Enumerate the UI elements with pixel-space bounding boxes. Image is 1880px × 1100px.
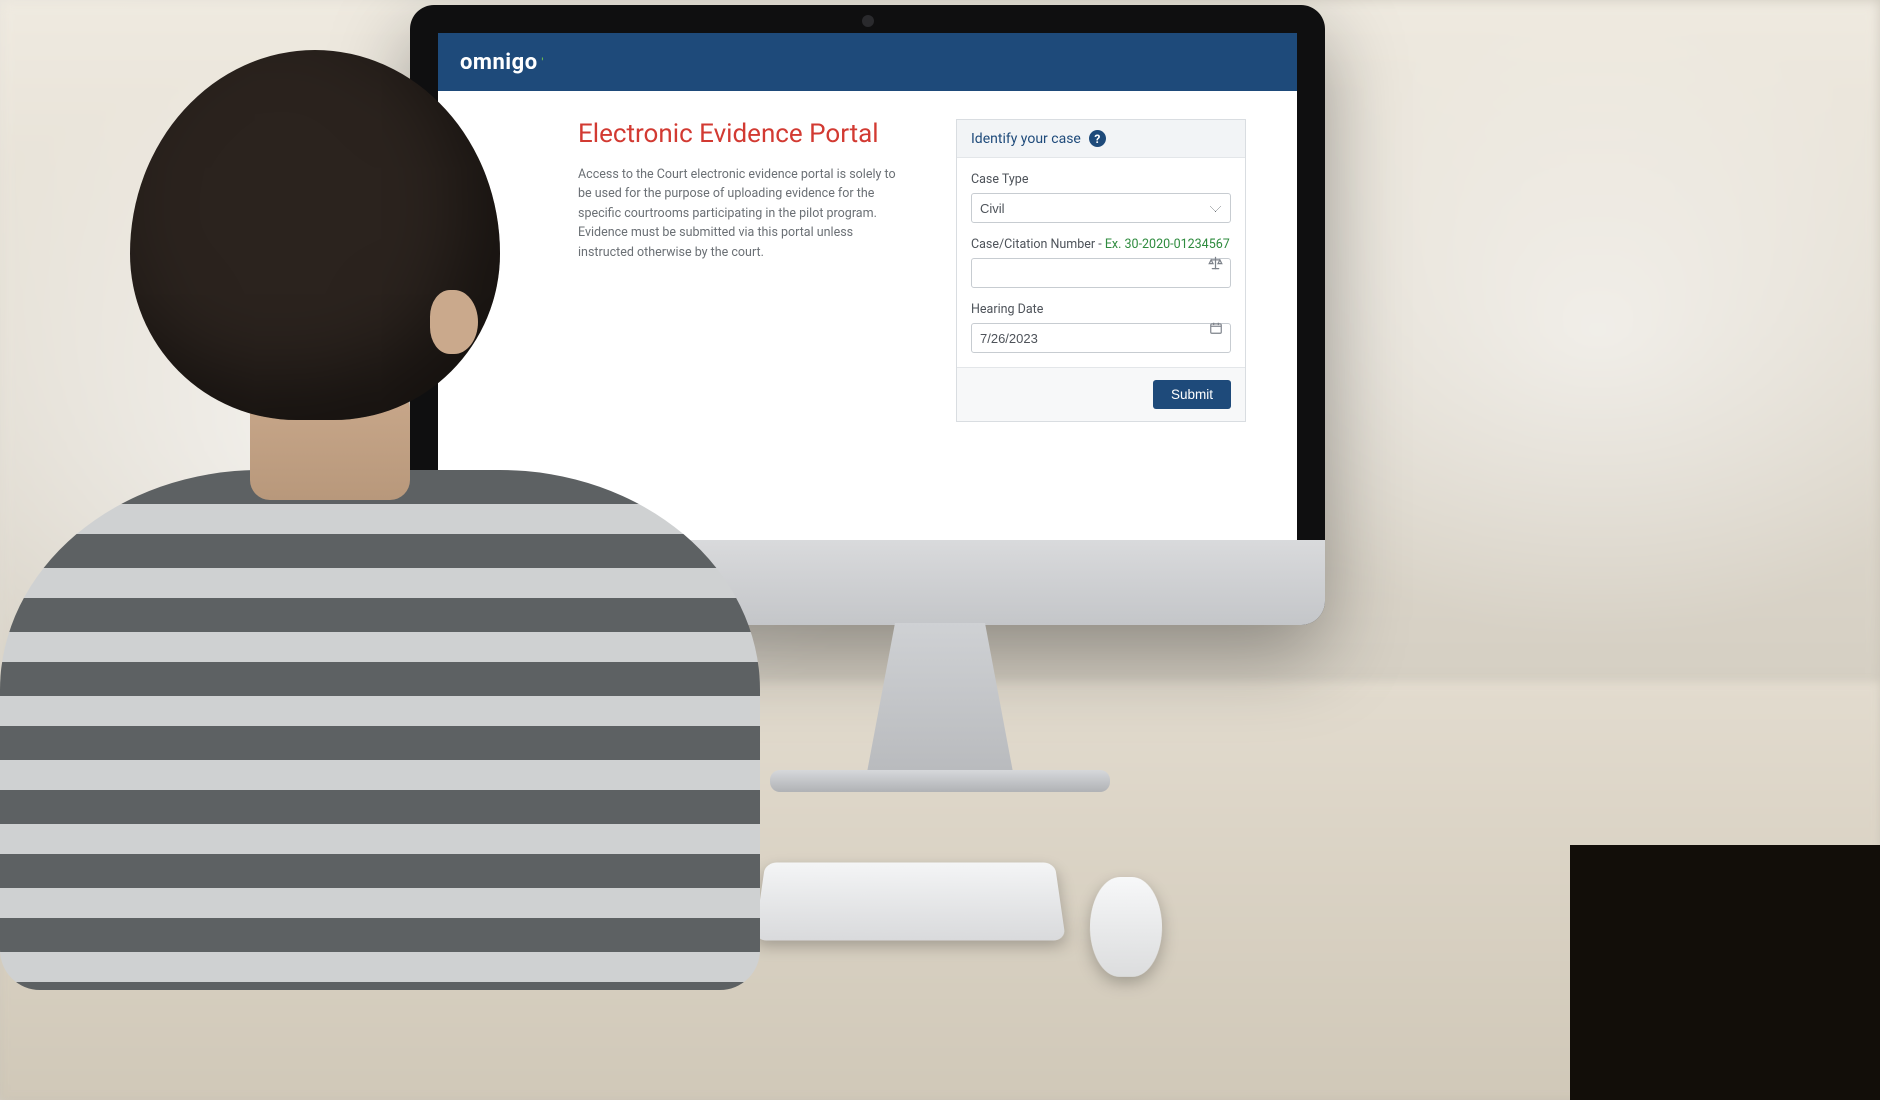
brand-name: omnigo bbox=[460, 50, 538, 75]
brand-mark-icon: ′ bbox=[542, 57, 544, 68]
screen-viewport: omnigo ′ Electronic Evidence Portal Acces… bbox=[438, 33, 1297, 540]
identify-case-card: Identify your case ? Case Type Civil bbox=[956, 119, 1246, 422]
case-type-field: Case Type Civil bbox=[971, 172, 1231, 223]
background-dark-corner bbox=[1570, 845, 1880, 1100]
card-title: Identify your case bbox=[971, 131, 1081, 147]
keyboard bbox=[754, 862, 1066, 940]
help-icon[interactable]: ? bbox=[1089, 130, 1106, 147]
case-number-label: Case/Citation Number - Ex. 30-2020-01234… bbox=[971, 237, 1231, 252]
case-number-example-prefix: Ex. bbox=[1105, 237, 1125, 252]
scales-icon bbox=[1208, 255, 1223, 270]
app-header: omnigo ′ bbox=[438, 33, 1297, 91]
case-number-label-prefix: Case/Citation Number - bbox=[971, 237, 1105, 252]
card-header: Identify your case ? bbox=[957, 120, 1245, 158]
monitor-stand-foot bbox=[770, 770, 1110, 792]
monitor-frame: omnigo ′ Electronic Evidence Portal Acces… bbox=[410, 5, 1325, 625]
case-number-field: Case/Citation Number - Ex. 30-2020-01234… bbox=[971, 237, 1231, 288]
calendar-icon[interactable] bbox=[1209, 321, 1223, 335]
case-number-example: 30-2020-01234567 bbox=[1125, 237, 1230, 252]
mouse bbox=[1089, 877, 1164, 977]
page-title: Electronic Evidence Portal bbox=[578, 119, 908, 149]
page-intro-text: Access to the Court electronic evidence … bbox=[578, 165, 908, 262]
card-footer: Submit bbox=[957, 367, 1245, 421]
case-type-label: Case Type bbox=[971, 172, 1231, 187]
case-number-input[interactable] bbox=[971, 258, 1231, 288]
monitor-chin bbox=[410, 540, 1325, 625]
card-body: Case Type Civil Case/Citation Number - E… bbox=[957, 158, 1245, 367]
page-body: Electronic Evidence Portal Access to the… bbox=[438, 91, 1297, 540]
brand-logo: omnigo ′ bbox=[460, 50, 544, 75]
app-screen: omnigo ′ Electronic Evidence Portal Acces… bbox=[438, 33, 1297, 540]
hearing-date-label: Hearing Date bbox=[971, 302, 1231, 317]
case-type-select[interactable]: Civil bbox=[971, 193, 1231, 223]
intro-column: Electronic Evidence Portal Access to the… bbox=[578, 119, 908, 262]
submit-button[interactable]: Submit bbox=[1153, 380, 1231, 409]
hearing-date-field: Hearing Date bbox=[971, 302, 1231, 353]
hearing-date-input[interactable] bbox=[971, 323, 1231, 353]
